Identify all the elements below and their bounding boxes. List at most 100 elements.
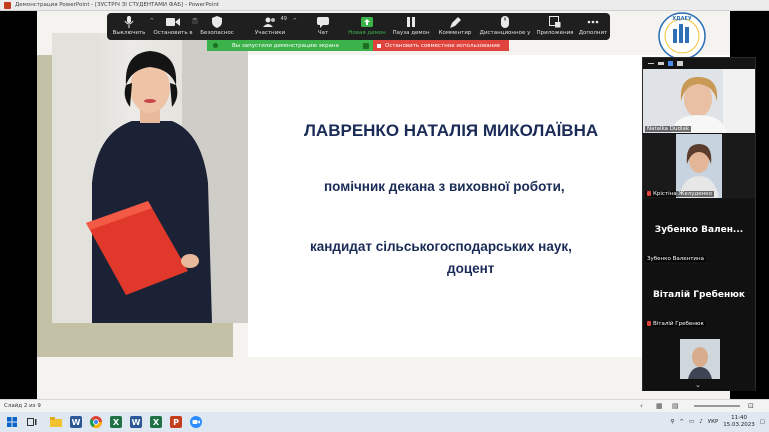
participant-display-name: Віталій Гребенюк [652,290,746,300]
clock-time: 11:40 [731,415,747,421]
svg-text:W: W [132,418,141,427]
notifications-icon[interactable]: ▢ [760,419,765,425]
participant-name: Зубенко Валентина [645,256,706,262]
excel-icon: X [150,416,162,428]
stop-video-button[interactable]: Остановить в ^ [151,16,198,40]
video-camera-icon [166,16,180,28]
clock-date: 15.03.2023 [723,422,755,428]
svg-text:X: X [113,418,120,427]
tray-people-icon[interactable]: ⚲ [670,419,674,425]
person-name: ЛАВРЕНКО НАТАЛІЯ МИКОЛАЇВНА [304,121,599,140]
taskbar-chrome[interactable] [88,414,104,430]
minimize-icon[interactable] [648,62,654,64]
more-button[interactable]: Дополнит [577,16,609,40]
security-button[interactable]: Безопаснос [195,16,239,40]
share-screen-icon [360,16,374,28]
tray-network-icon[interactable]: ▭ [689,419,694,425]
pause-icon [404,16,418,28]
participant-display-name: Зубенко Вален... [654,225,744,235]
taskbar-excel[interactable]: X [108,414,124,430]
new-share-label: Новая демон [348,30,386,36]
video-tile[interactable]: Natalka Dudiak [643,69,755,133]
microphone-icon [122,16,136,28]
tray-volume-icon[interactable]: ♪ [699,419,703,425]
participant-video [643,69,755,133]
remote-control-icon [498,16,512,28]
muted-mic-icon [647,191,651,196]
taskbar-word[interactable]: W [68,414,84,430]
sharing-status-text: Вы запустили демонстрацию экрана [232,42,339,49]
taskbar-excel-2[interactable]: X [148,414,164,430]
slide: ЛАВРЕНКО НАТАЛІЯ МИКОЛАЇВНА помічник дек… [37,11,730,399]
slide-sorter-icon[interactable]: ▤ [672,402,679,410]
participant-video [676,134,722,198]
grid-view-icon[interactable] [677,60,683,66]
video-tile[interactable]: Віталій Гребенюк Віталій Гребенюк [643,264,755,328]
mute-button-label: Выключить [112,30,146,36]
pause-share-label: Пауза демон [392,30,430,36]
video-tile[interactable]: Крістіна Желуденко [643,134,755,198]
video-tile[interactable]: Зубенко Вален... Зубенко Валентина [643,199,755,263]
tray-chevron-up-icon[interactable]: ^ [679,419,684,425]
svg-text:P: P [173,418,179,427]
gallery-view-icon[interactable] [668,60,673,66]
chevron-down-icon[interactable]: ⌄ [695,381,701,389]
taskbar-zoom[interactable] [188,414,204,430]
annotate-button[interactable]: Комментир [433,16,477,40]
video-panel-header [643,58,755,68]
window-title: Демонстрация PowerPoint - [ЗУСТРІЧ ЗІ СТ… [15,2,219,8]
stop-share-label: Остановить совместное использование [385,42,501,49]
word-icon: W [70,416,82,428]
previous-slide-icon[interactable]: ‹ [640,402,643,410]
stop-square-icon [377,43,381,48]
fit-slide-icon[interactable]: ⊡ [748,402,754,410]
chat-label: Чат [317,30,329,36]
participants-button[interactable]: 49 Участники ^ [239,16,301,40]
zoom-slider[interactable] [694,405,740,407]
portrait-photo [52,33,248,323]
shield-icon [210,16,224,28]
remote-control-label: Дистанционное у [479,30,531,36]
powerpoint-app-icon [4,1,11,9]
powerpoint-icon: P [170,416,182,428]
start-button[interactable] [4,414,20,430]
participants-icon [263,16,277,28]
security-label: Безопаснос [200,30,234,36]
taskbar-clock[interactable]: 11:40 15.03.2023 [723,415,755,429]
strip-view-icon[interactable] [658,61,664,65]
chat-button[interactable]: Чат [301,16,345,40]
taskbar-word-2[interactable]: W [128,414,144,430]
zoom-app-icon [190,416,202,428]
screen: Демонстрация PowerPoint - [ЗУСТРІЧ ЗІ СТ… [0,0,769,432]
stop-share-button[interactable]: Остановить совместное использование [373,40,509,51]
person-role: помічник декана з виховної роботи, [324,179,565,194]
apps-button[interactable]: Приложения [533,16,577,40]
task-view-button[interactable] [24,414,40,430]
mute-button[interactable]: Выключить ^ [107,16,154,40]
sharing-status-banner: Вы запустили демонстрацию экрана [207,40,373,51]
participants-count: 49 [280,16,287,22]
language-indicator[interactable]: УКР [708,419,719,425]
apps-icon [548,16,562,28]
more-label: Дополнит [578,30,608,36]
video-tile[interactable]: ⌄ [643,329,755,391]
normal-view-icon[interactable]: ▦ [656,402,663,410]
slide-counter: Слайд 2 из 9 [4,403,41,409]
new-share-button[interactable]: Новая демон [345,16,389,40]
remote-control-button[interactable]: Дистанционное у [477,16,533,40]
chevron-up-icon[interactable]: ^ [293,18,297,24]
muted-mic-icon [647,321,651,326]
apps-label: Приложения [536,30,574,36]
logo-text: ХДАЕУ [672,16,692,22]
task-view-icon [27,418,37,426]
windows-logo-icon [7,417,17,427]
system-tray: ⚲ ^ ▭ ♪ УКР 11:40 15.03.2023 ▢ [670,412,765,432]
taskbar-file-explorer[interactable] [48,414,64,430]
chat-icon [316,16,330,28]
pause-share-button[interactable]: Пауза демон [389,16,433,40]
participant-name: Крістіна Желуденко [645,191,714,197]
taskbar-powerpoint[interactable]: P [168,414,184,430]
more-dots-icon [586,16,600,28]
excel-icon: X [110,416,122,428]
video-panel: Natalka Dudiak Крістіна Желуденко Зубенк… [642,57,756,391]
